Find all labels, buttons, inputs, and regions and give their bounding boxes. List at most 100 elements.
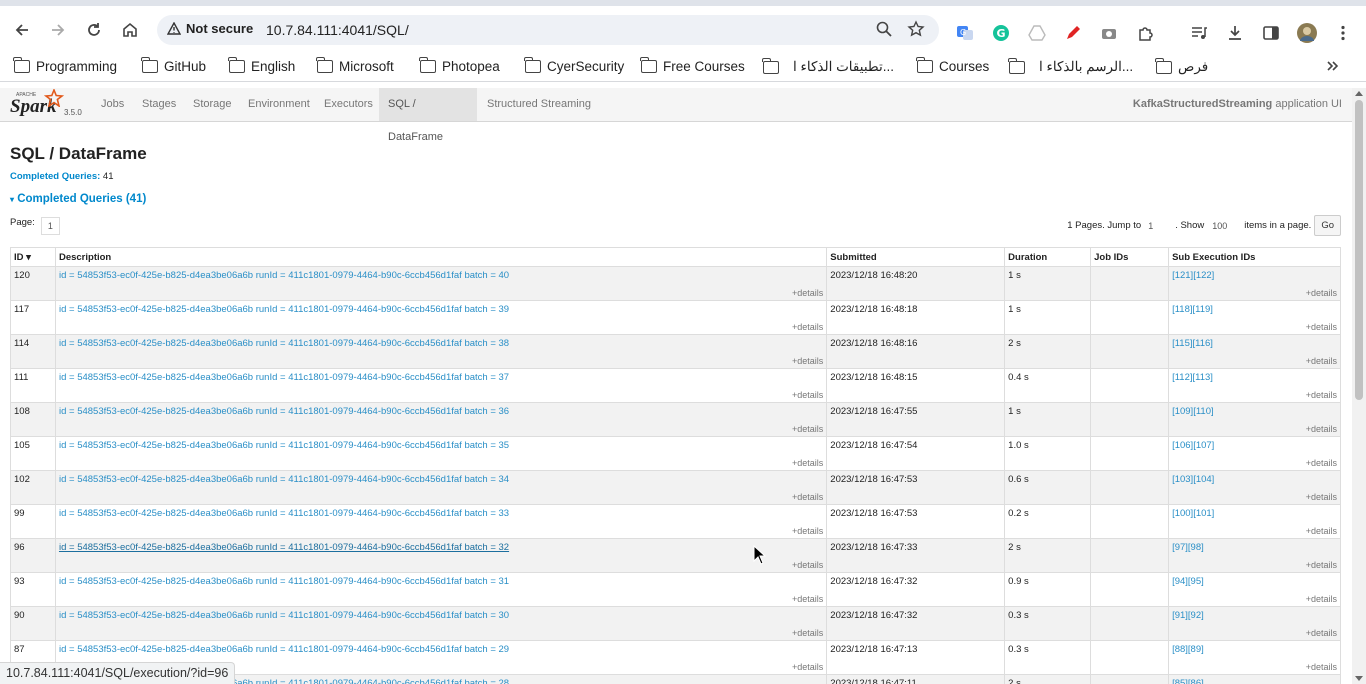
scrollbar-thumb[interactable] — [1355, 100, 1363, 400]
sub-execution-ids-link[interactable]: [88][89] — [1172, 644, 1204, 655]
tab-environment[interactable]: Environment — [239, 88, 319, 121]
details-toggle[interactable]: +details — [792, 594, 823, 604]
completed-queries-link[interactable]: Completed Queries: — [10, 171, 100, 182]
details-toggle[interactable]: +details — [1306, 424, 1337, 434]
pen-extension-icon[interactable] — [1062, 22, 1084, 44]
jump-to-page-input[interactable]: 1 — [1141, 221, 1175, 231]
details-toggle[interactable]: +details — [792, 526, 823, 536]
sub-execution-ids-link[interactable]: [112][113] — [1172, 372, 1213, 383]
query-description-link[interactable]: id = 54853f53-ec0f-425e-b825-d4ea3be06a6… — [59, 406, 509, 417]
profile-avatar[interactable] — [1296, 22, 1318, 44]
details-toggle[interactable]: +details — [1306, 594, 1337, 604]
sub-execution-ids-link[interactable]: [100][101] — [1172, 508, 1214, 519]
bookmark-programming[interactable]: Programming — [13, 57, 117, 74]
camera-extension-icon[interactable] — [1098, 22, 1120, 44]
reload-icon[interactable] — [82, 18, 106, 42]
bookmark-courses[interactable]: Courses — [916, 57, 989, 74]
sub-execution-ids-link[interactable]: [118][119] — [1172, 304, 1213, 315]
query-description-link[interactable]: id = 54853f53-ec0f-425e-b825-d4ea3be06a6… — [59, 644, 509, 655]
details-toggle[interactable]: +details — [1306, 322, 1337, 332]
drive-extension-icon[interactable] — [1026, 22, 1048, 44]
bookmark-free-courses[interactable]: Free Courses — [640, 57, 745, 74]
bookmark-github[interactable]: GitHub — [141, 57, 206, 74]
vertical-scrollbar[interactable] — [1352, 88, 1366, 684]
bookmark-opportunities[interactable]: فرص — [1155, 57, 1208, 75]
browser-menu-icon[interactable] — [1332, 22, 1354, 44]
query-description-link[interactable]: id = 54853f53-ec0f-425e-b825-d4ea3be06a6… — [59, 576, 509, 587]
spark-logo[interactable]: APACHE Spark 3.5.0 — [8, 89, 86, 119]
header-id[interactable]: ID ▾ — [10, 247, 56, 267]
tab-stages[interactable]: Stages — [133, 88, 185, 121]
query-description-link[interactable]: id = 54853f53-ec0f-425e-b825-d4ea3be06a6… — [59, 474, 509, 485]
sub-execution-ids-link[interactable]: [94][95] — [1172, 576, 1204, 587]
tab-storage[interactable]: Storage — [184, 88, 241, 121]
tab-jobs[interactable]: Jobs — [92, 88, 133, 121]
bookmark-photopea[interactable]: Photopea — [419, 57, 500, 74]
details-toggle[interactable]: +details — [792, 560, 823, 570]
details-toggle[interactable]: +details — [1306, 492, 1337, 502]
tab-executors[interactable]: Executors — [315, 88, 382, 121]
sub-execution-ids-link[interactable]: [115][116] — [1172, 338, 1213, 349]
page-size-input[interactable]: 100 — [1204, 221, 1244, 231]
header-sub-execution-ids[interactable]: Sub Execution IDs — [1168, 247, 1341, 267]
bookmark-ai-apps[interactable]: تطبيقات الذكاء ا... — [762, 57, 894, 75]
query-description-link[interactable]: id = 54853f53-ec0f-425e-b825-d4ea3be06a6… — [59, 610, 509, 621]
scroll-up-icon[interactable] — [1355, 91, 1363, 96]
completed-queries-toggle[interactable]: ▾ Completed Queries (41) — [10, 193, 146, 205]
query-description-link[interactable]: id = 54853f53-ec0f-425e-b825-d4ea3be06a6… — [59, 372, 509, 383]
details-toggle[interactable]: +details — [792, 662, 823, 672]
grammarly-extension-icon[interactable]: G — [990, 22, 1012, 44]
bookmark-english[interactable]: English — [228, 57, 295, 74]
query-description-link[interactable]: id = 54853f53-ec0f-425e-b825-d4ea3be06a6… — [59, 338, 509, 349]
query-description-link[interactable]: id = 54853f53-ec0f-425e-b825-d4ea3be06a6… — [59, 304, 509, 315]
tab-structured-streaming[interactable]: Structured Streaming — [478, 88, 600, 121]
download-icon[interactable] — [1224, 22, 1246, 44]
tab-sql-dataframe[interactable]: SQL / DataFrame — [379, 88, 477, 143]
details-toggle[interactable]: +details — [1306, 288, 1337, 298]
translate-extension-icon[interactable]: G — [954, 22, 976, 44]
extensions-puzzle-icon[interactable] — [1135, 22, 1157, 44]
media-control-icon[interactable] — [1188, 22, 1210, 44]
address-bar[interactable]: Not secure 10.7.84.111:4041/SQL/ — [157, 15, 939, 45]
details-toggle[interactable]: +details — [792, 628, 823, 638]
details-toggle[interactable]: +details — [792, 288, 823, 298]
header-job-ids[interactable]: Job IDs — [1090, 247, 1170, 267]
sub-execution-ids-link[interactable]: [103][104] — [1172, 474, 1214, 485]
bookmarks-overflow-icon[interactable] — [1325, 59, 1339, 73]
sub-execution-ids-link[interactable]: [97][98] — [1172, 542, 1204, 553]
details-toggle[interactable]: +details — [792, 424, 823, 434]
security-indicator[interactable]: Not secure — [167, 21, 253, 36]
query-description-link[interactable]: id = 54853f53-ec0f-425e-b825-d4ea3be06a6… — [59, 270, 509, 281]
query-description-link[interactable]: id = 54853f53-ec0f-425e-b825-d4ea3be06a6… — [59, 542, 509, 553]
header-submitted[interactable]: Submitted — [826, 247, 1006, 267]
details-toggle[interactable]: +details — [1306, 458, 1337, 468]
zoom-icon[interactable] — [875, 20, 893, 43]
sub-execution-ids-link[interactable]: [106][107] — [1172, 440, 1214, 451]
bookmark-ai-drawing[interactable]: الرسم بالذكاء ا... — [1008, 57, 1133, 75]
side-panel-icon[interactable] — [1260, 22, 1282, 44]
query-description-link[interactable]: id = 54853f53-ec0f-425e-b825-d4ea3be06a6… — [59, 508, 509, 519]
header-description[interactable]: Description — [54, 247, 828, 267]
scroll-down-icon[interactable] — [1355, 676, 1363, 681]
go-button[interactable]: Go — [1314, 215, 1341, 236]
back-icon[interactable] — [10, 18, 34, 42]
details-toggle[interactable]: +details — [1306, 390, 1337, 400]
sub-execution-ids-link[interactable]: [109][110] — [1172, 406, 1214, 417]
page-number-button[interactable]: 1 — [40, 217, 60, 235]
sub-execution-ids-link[interactable]: [85][86] — [1172, 678, 1204, 684]
bookmark-star-icon[interactable] — [907, 20, 925, 43]
sub-execution-ids-link[interactable]: [121][122] — [1172, 270, 1214, 281]
bookmark-microsoft[interactable]: Microsoft — [316, 57, 394, 74]
url-text[interactable]: 10.7.84.111:4041/SQL/ — [266, 22, 409, 38]
details-toggle[interactable]: +details — [1306, 356, 1337, 366]
details-toggle[interactable]: +details — [792, 492, 823, 502]
details-toggle[interactable]: +details — [792, 322, 823, 332]
bookmark-cyersecurity[interactable]: CyerSecurity — [524, 57, 624, 74]
details-toggle[interactable]: +details — [792, 356, 823, 366]
home-icon[interactable] — [118, 18, 142, 42]
sub-execution-ids-link[interactable]: [91][92] — [1172, 610, 1204, 621]
details-toggle[interactable]: +details — [792, 458, 823, 468]
header-duration[interactable]: Duration — [1004, 247, 1092, 267]
details-toggle[interactable]: +details — [1306, 662, 1337, 672]
details-toggle[interactable]: +details — [1306, 628, 1337, 638]
